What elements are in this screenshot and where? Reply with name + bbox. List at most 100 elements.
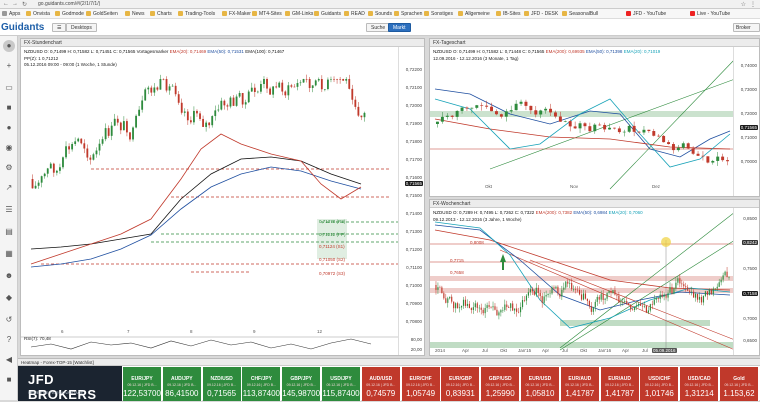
price-axis[interactable]: 0,8500 0,8242 0,7500 0,7158 0,7000 0,650… [733, 208, 759, 355]
settings-icon[interactable]: ⚙ [3, 162, 15, 174]
candle [543, 296, 545, 303]
heatmap-tile[interactable]: NZD/USD 09.12.16 | JFD B... 0,71565 [202, 367, 242, 401]
candle [604, 298, 606, 300]
tile-source: 09.12.16 | JFD B... [565, 383, 595, 387]
candle [445, 115, 449, 117]
candle [726, 271, 728, 278]
bookmark[interactable]: Godmode [55, 10, 84, 18]
candle [199, 113, 201, 119]
candle [437, 287, 439, 290]
collapse-icon[interactable]: ◀ [3, 354, 15, 366]
user-icon[interactable]: ☻ [3, 270, 15, 282]
heatmap-tile[interactable]: GBP/USD 09.12.16 | JFD B... 1,25990 [481, 367, 521, 401]
bookmark[interactable]: GM-Links [285, 10, 313, 18]
candle [662, 135, 666, 143]
market-button[interactable]: Markt [388, 23, 411, 32]
bookmark[interactable]: Sounds [368, 10, 392, 18]
star-icon[interactable]: ☆ [741, 1, 746, 8]
heatmap-tile[interactable]: USD/JPY 09.12.16 | JFD B... 115,87400 [322, 367, 361, 401]
bookmark[interactable]: News [125, 10, 145, 18]
bookmark[interactable]: Trading-Tools [178, 10, 215, 18]
bookmark-apps[interactable]: Apps [2, 10, 20, 18]
bookmark[interactable]: MT4-Sites [252, 10, 282, 18]
heatmap-tile[interactable]: EUR/CHF 09.12.16 | JFD B... 1,05749 [401, 367, 441, 401]
candle [150, 87, 153, 93]
heatmap-tile[interactable]: EUR/GBP 09.12.16 | JFD B... 0,83931 [441, 367, 481, 401]
candle [247, 91, 250, 103]
help-icon[interactable]: ? [3, 334, 15, 346]
hourly-candles [31, 74, 366, 190]
menu-icon[interactable]: ⋮ [750, 1, 756, 8]
desktop-button[interactable]: ☰ [52, 23, 67, 32]
weekly-chart-canvas[interactable] [430, 200, 760, 356]
heatmap-tile[interactable]: USD/CAD 09.12.16 | JFD B... 1,31214 [680, 367, 720, 401]
reload-icon[interactable]: ↻ [22, 1, 27, 8]
bell-icon[interactable]: ● [3, 122, 15, 134]
avatar[interactable]: ● [3, 40, 15, 52]
heatmap-tile[interactable]: USD/CHF 09.12.16 | JFD B... 1,01746 [640, 367, 680, 401]
list-icon[interactable]: ☰ [3, 204, 15, 216]
search-button[interactable]: Suche [366, 23, 391, 32]
candle [223, 100, 226, 106]
price-axis[interactable]: 0,72200 0,72100 0,72000 0,71900 0,71800 … [398, 47, 424, 355]
bookmark[interactable]: Live - YouTube [690, 10, 730, 18]
bookmark[interactable]: IB-Sites [496, 10, 521, 18]
heatmap-tile[interactable]: GBP/JPY 09.12.16 | JFD B... 145,98700 [282, 367, 322, 401]
candle [571, 283, 573, 290]
heatmap-tile[interactable]: Gold 09.12.16 | JFD B... 1.153,62 [720, 367, 759, 401]
candle [728, 276, 730, 278]
candle [217, 109, 220, 111]
jfd-brokers-logo[interactable]: JFD BROKERS SEIZE THE FAIR ADVANTAGE [18, 366, 122, 402]
daily-chart-canvas[interactable] [430, 39, 760, 197]
url-field[interactable]: go.guidants.com/#/(2/1/7/1/) [38, 1, 100, 8]
bookmark[interactable]: Guidants [314, 10, 341, 18]
bookmark[interactable]: GoldSeiten [86, 10, 118, 18]
candle [474, 303, 476, 308]
bookmark[interactable]: Sonstiges [424, 10, 453, 18]
candle [558, 116, 562, 122]
chart-icon[interactable]: ↗ [3, 182, 15, 194]
share-icon[interactable]: ↺ [3, 314, 15, 326]
candle [718, 282, 720, 287]
printer-icon[interactable]: ▦ [3, 248, 15, 260]
bookmark[interactable]: Sprachen [394, 10, 422, 18]
tile-symbol: EUR/USD [528, 376, 552, 382]
back-icon[interactable]: ← [3, 1, 9, 7]
heatmap-tile[interactable]: AUD/JPY 09.12.16 | JFD B... 86,41500 [162, 367, 202, 401]
heatmap-tile[interactable]: AUD/USD 09.12.16 | JFD B... 0,74579 [361, 367, 401, 401]
desktops-tab[interactable]: Desktops [66, 23, 97, 32]
bookmark[interactable]: READ [344, 10, 365, 18]
tile-source: 09.12.16 | JFD B... [684, 383, 714, 387]
price-axis[interactable]: 0,74000 0,73000 0,72000 0,71000 0,70000 … [733, 47, 759, 196]
trash-icon[interactable]: ▤ [3, 226, 15, 238]
folder-icon[interactable]: ■ [3, 102, 15, 114]
candle [642, 129, 646, 133]
heatmap-tile[interactable]: EUR/JPY 09.12.16 | JFD B... 122,53700 [123, 367, 162, 401]
monitor-icon[interactable]: ▭ [3, 82, 15, 94]
bookmark[interactable]: JFD - DESK [524, 10, 558, 18]
tag-icon[interactable]: ◆ [3, 292, 15, 304]
hourly-chart-canvas[interactable] [21, 39, 425, 356]
bookmark[interactable]: JFD - YouTube [626, 10, 666, 18]
broker-login-button[interactable]: Broker Log... [733, 23, 760, 32]
bookmark[interactable]: Charts [150, 10, 172, 18]
candle [256, 91, 259, 93]
candle [624, 301, 626, 303]
heatmap-tile[interactable]: EUR/USD 09.12.16 | JFD B... 1,05810 [521, 367, 560, 401]
folder-bottom-icon[interactable]: ■ [3, 374, 15, 386]
heatmap-tile[interactable]: EUR/AUD 09.12.16 | JFD B... 1,41787 [560, 367, 600, 401]
heatmap-tile[interactable]: EUR/AUD 09.12.16 | JFD B... 1,41787 [600, 367, 640, 401]
candle [647, 129, 651, 132]
candle [478, 307, 480, 309]
eye-icon[interactable]: ◉ [3, 142, 15, 154]
bookmark[interactable]: Onvista [26, 10, 50, 18]
bookmark[interactable]: FX-Maker [222, 10, 251, 18]
candle [49, 163, 52, 169]
bookmark[interactable]: SeasonalBull [562, 10, 598, 18]
bookmark[interactable]: Allgemeine [458, 10, 490, 18]
heatmap-tile[interactable]: CHF/JPY 09.12.16 | JFD B... 113,87400 [242, 367, 282, 401]
add-icon[interactable]: + [3, 60, 15, 72]
candle [586, 298, 589, 301]
left-sidebar: ● + ▭ ■ ● ◉ ⚙ ↗ ☰ ▤ ▦ ☻ ◆ ↺ ? ◀ ■ [0, 36, 18, 400]
forward-icon[interactable]: → [12, 1, 18, 7]
